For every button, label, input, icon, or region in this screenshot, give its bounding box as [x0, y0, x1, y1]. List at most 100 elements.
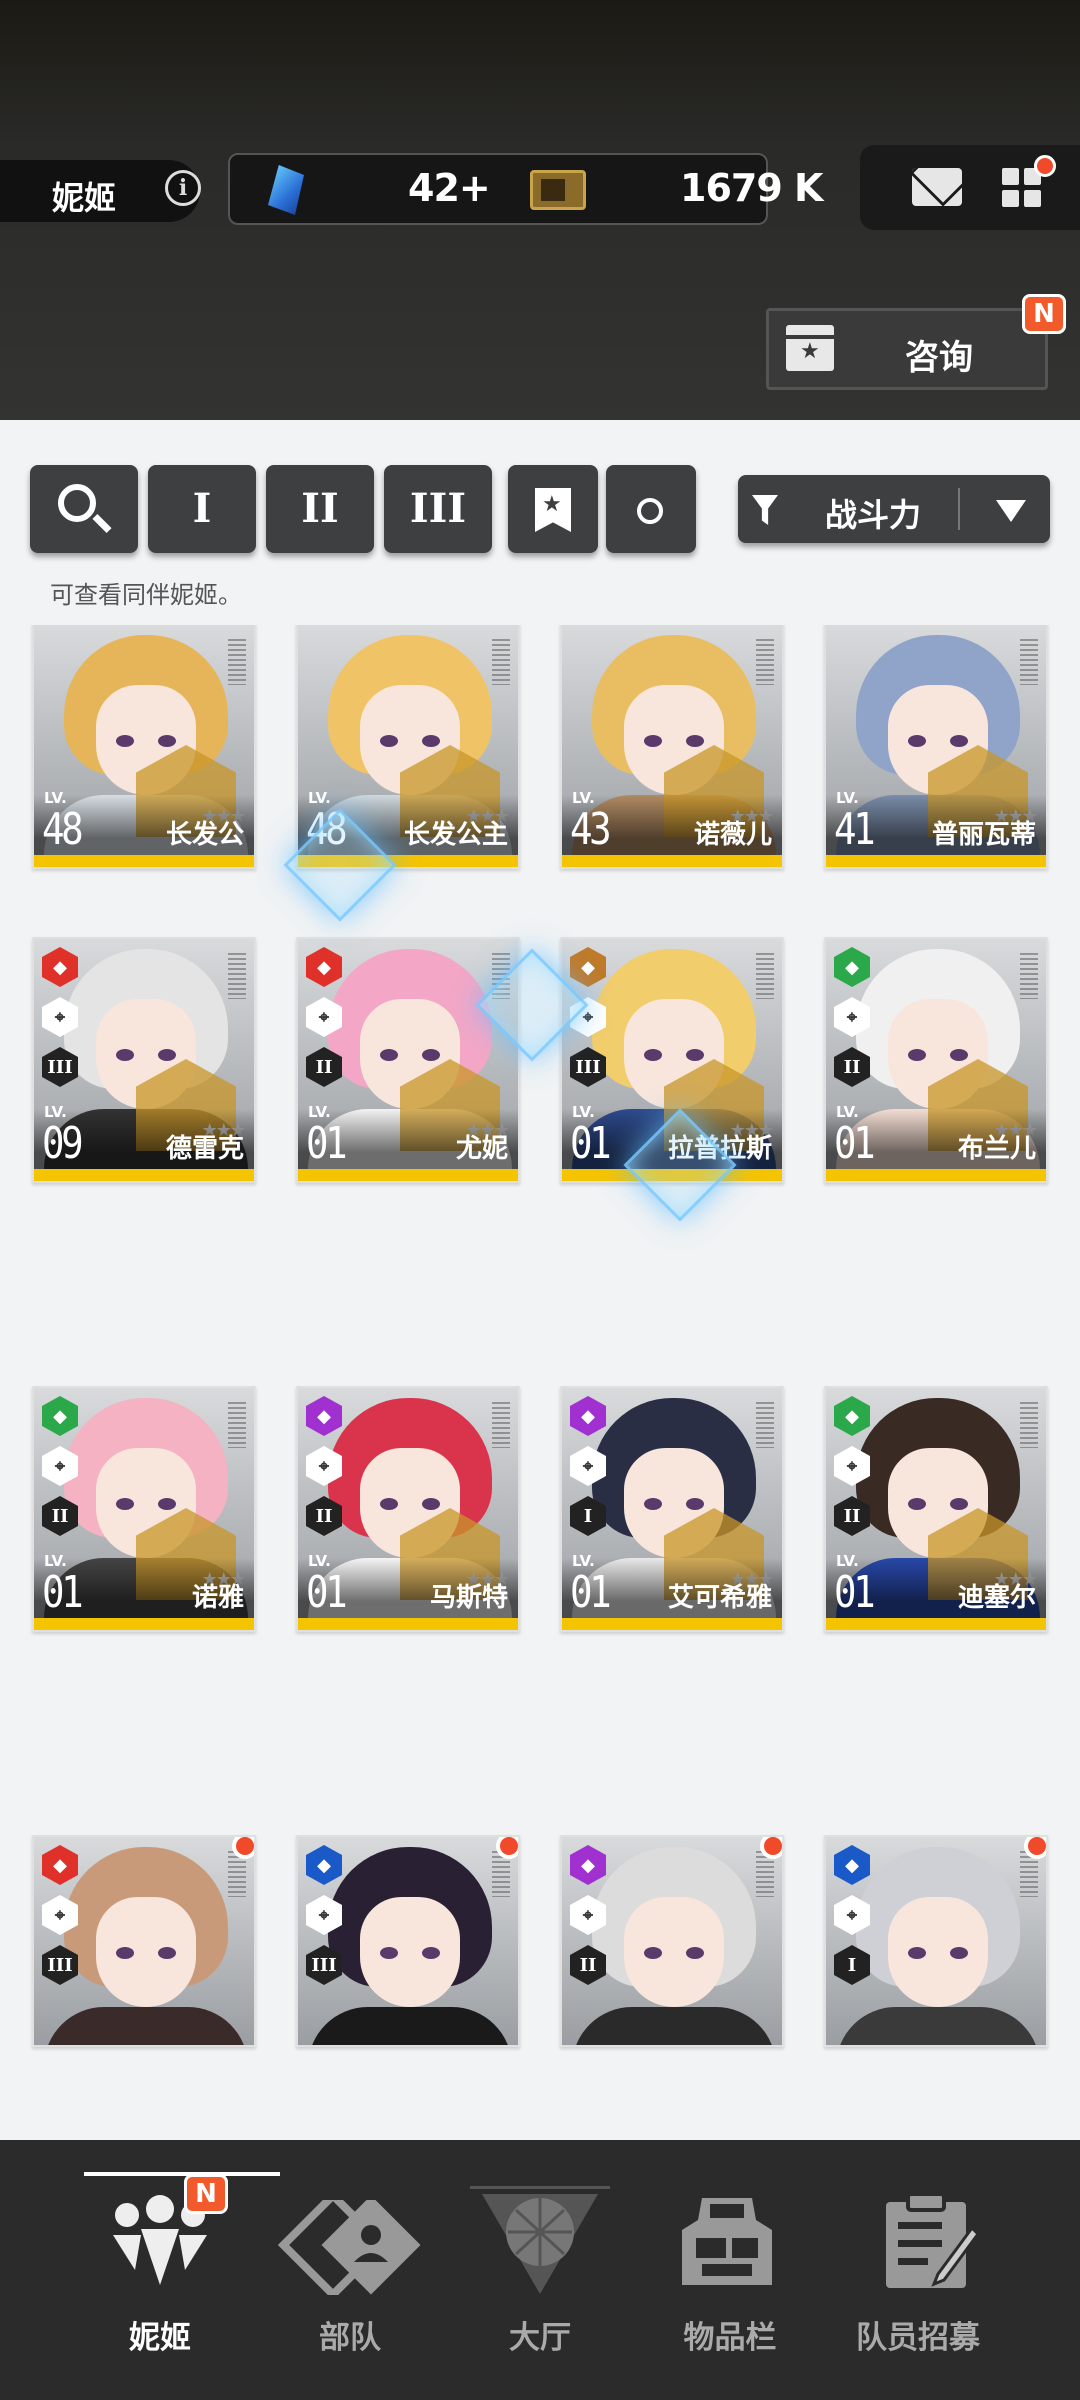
class-badges: ◆ ⌖ II [306, 1396, 342, 1546]
nikke-card[interactable]: ★★★ LV. 48 长发公 [32, 625, 256, 869]
rarity-bar [562, 1618, 782, 1630]
nikke-card[interactable]: ★★★ LV. 41 普丽瓦蒂 [824, 625, 1048, 869]
portrait-eye [950, 1947, 968, 1959]
portrait-eye [950, 735, 968, 747]
filter-burst-3-button[interactable]: III [384, 465, 492, 553]
portrait-eye [644, 1498, 662, 1510]
barcode-decoration [1020, 953, 1038, 999]
gem-amount[interactable]: 42+ [408, 166, 491, 210]
calendar-icon [786, 325, 834, 371]
barcode-decoration [756, 1402, 774, 1448]
barcode-decoration [228, 1402, 246, 1448]
nikke-name: 诺薇儿 [693, 820, 772, 850]
portrait-eye [644, 1947, 662, 1959]
class-badges: ◆ ⌖ III [42, 947, 78, 1097]
portrait-eye [158, 1498, 176, 1510]
nikke-card[interactable]: ◆⌖II ★★★ LV. 01 诺雅 [32, 1386, 256, 1632]
portrait-eye [686, 1049, 704, 1061]
filter-burst-1-button[interactable]: I [148, 465, 256, 553]
nikke-name: 迪塞尔 [957, 1583, 1036, 1613]
tab-inventory[interactable]: 物品栏 [630, 2312, 830, 2357]
ticket-amount: 1679 K [680, 166, 823, 210]
nikke-name: 艾可希雅 [667, 1583, 772, 1613]
nikke-card[interactable]: ◆⌖I ★★★ LV. 01 艾可希雅 [560, 1386, 784, 1632]
nikke-name: 普丽瓦蒂 [931, 820, 1036, 850]
portrait-face [888, 1897, 988, 2007]
portrait-eye [686, 1498, 704, 1510]
burst-type-icon: II [834, 1047, 870, 1087]
nikke-name: 诺雅 [191, 1583, 244, 1613]
recruit-tab-icon[interactable] [878, 2188, 980, 2292]
nikke-card[interactable]: ★★★ LV. 43 诺薇儿 [560, 625, 784, 869]
nikke-card[interactable]: ◆⌖II ★★★ LV. 01 马斯特 [296, 1386, 520, 1632]
filter-burst-2-button[interactable]: II [266, 465, 374, 553]
menu-grid-icon[interactable] [1002, 168, 1042, 208]
sort-divider [958, 488, 960, 530]
portrait-eye [422, 1947, 440, 1959]
lobby-tab-icon[interactable] [478, 2188, 602, 2298]
new-notification-dot [1024, 1837, 1046, 1859]
tab-lobby[interactable]: 大厅 [440, 2312, 640, 2357]
level-value: 01 [834, 1567, 876, 1618]
portrait-eye [380, 1498, 398, 1510]
tab-recruit[interactable]: 队员招募 [818, 2312, 1018, 2357]
level-value: 01 [834, 1118, 876, 1169]
nikke-card[interactable]: ◆ ⌖ I [824, 1835, 1048, 2047]
nikke-name: 尤妮 [455, 1134, 508, 1164]
fire-element-icon: ◆ [42, 947, 78, 987]
level-value: 01 [570, 1118, 612, 1169]
burst-type-icon: II [42, 1496, 78, 1536]
class-badges: ◆ ⌖ III [42, 1845, 78, 1995]
weapon-type-icon: ⌖ [834, 997, 870, 1037]
portrait-eye [380, 1947, 398, 1959]
nikke-card[interactable]: ◆ ⌖ II [560, 1835, 784, 2047]
weapon-type-icon: ⌖ [570, 1895, 606, 1935]
weapon-type-icon: ⌖ [42, 1446, 78, 1486]
burst-type-icon: II [834, 1496, 870, 1536]
class-badges: ◆ ⌖ I [570, 1396, 606, 1546]
nikke-card[interactable]: ◆ ⌖ III [296, 1835, 520, 2047]
inventory-tab-icon[interactable] [672, 2190, 782, 2290]
nikke-card[interactable]: ◆ ⌖ III [32, 1835, 256, 2047]
page-title: 妮姬 [52, 179, 117, 217]
squad-tab-icon[interactable] [276, 2189, 426, 2301]
barcode-decoration [756, 953, 774, 999]
nikke-card-grid: ★★★ LV. 48 长发公 ★★★ LV. 48 长发公主 [0, 625, 1080, 2120]
chevron-down-icon[interactable] [996, 500, 1026, 522]
fire-element-icon: ◆ [306, 947, 342, 987]
nikke-card[interactable]: ◆⌖II ★★★ LV. 01 布兰儿 [824, 937, 1048, 1183]
portrait-outfit [44, 2007, 248, 2045]
tab-squad[interactable]: 部队 [250, 2312, 450, 2357]
portrait-outfit [836, 2007, 1040, 2045]
class-badges: ◆ ⌖ II [306, 947, 342, 1097]
info-icon[interactable]: i [165, 170, 201, 206]
nikke-card[interactable]: ◆⌖II ★★★ LV. 01 尤妮 [296, 937, 520, 1183]
mail-icon[interactable] [912, 168, 962, 206]
consult-label: 咨询 [905, 338, 973, 378]
level-value: 01 [306, 1567, 348, 1618]
level-value: 01 [306, 1118, 348, 1169]
water-element-icon: ◆ [834, 1845, 870, 1885]
burst-type-icon: III [306, 1945, 342, 1985]
iron-element-icon: ◆ [570, 947, 606, 987]
burst-type-icon: II [306, 1047, 342, 1087]
nikke-card[interactable]: ◆⌖III ★★★ LV. 09 德雷克 [32, 937, 256, 1183]
burst-type-icon: II [570, 1945, 606, 1985]
nikke-card[interactable]: ◆⌖II ★★★ LV. 01 迪塞尔 [824, 1386, 1048, 1632]
burst-type-icon: I [570, 1496, 606, 1536]
burst-type-icon: III [42, 1047, 78, 1087]
portrait-face [360, 1897, 460, 2007]
ticket-icon[interactable] [530, 170, 586, 210]
nikke-name: 德雷克 [165, 1134, 244, 1164]
rarity-bar [34, 1618, 254, 1630]
fire-element-icon: ◆ [42, 1845, 78, 1885]
new-notification-dot [496, 1837, 518, 1859]
portrait-eye [644, 735, 662, 747]
weapon-type-icon: ⌖ [306, 1895, 342, 1935]
barcode-decoration [228, 953, 246, 999]
tab-nikke[interactable]: 妮姬 [60, 2312, 260, 2357]
barcode-decoration [1020, 1402, 1038, 1448]
rarity-bar [298, 1618, 518, 1630]
portrait-outfit [308, 2007, 512, 2045]
level-value: 41 [834, 804, 876, 855]
